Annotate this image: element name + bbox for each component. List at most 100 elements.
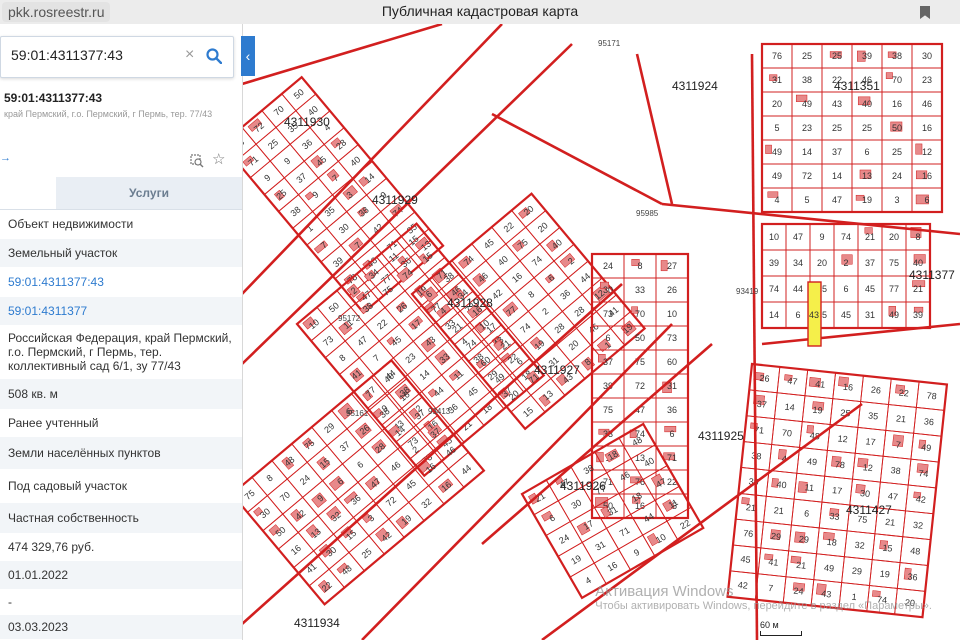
lot-number: 9 (310, 189, 320, 200)
attribute-row[interactable]: 59:01:4311377:43 (0, 267, 242, 297)
attribute-row: 03.03.2023 (0, 615, 242, 639)
attribute-value: Земельный участок (8, 246, 118, 260)
lot-number: 74 (769, 284, 779, 294)
road-number: 95171 (598, 39, 621, 48)
lot-number: 45 (404, 478, 418, 492)
lot-number: 6 (605, 333, 610, 343)
search-icon[interactable] (206, 48, 222, 64)
lot-number: 14 (784, 402, 795, 413)
road-boundary (750, 53, 759, 640)
lot-number: 36 (907, 571, 918, 582)
lot-number: 76 (772, 51, 782, 61)
tab-services[interactable]: Услуги (56, 177, 242, 209)
navigate-arrow-icon[interactable]: → (0, 152, 11, 164)
attribute-row: Ранее учтенный (0, 409, 242, 437)
lot-number: 6 (843, 284, 848, 294)
lot-number: 20 (567, 338, 581, 352)
lot-number: 23 (802, 123, 812, 133)
object-subtitle: край Пермский, г.о. Пермский, г Пермь, т… (4, 109, 213, 119)
lot-number: 26 (759, 373, 770, 384)
lot-number: 24 (603, 261, 613, 271)
district-southeast: 2637713839217645424714704402129417411948… (726, 362, 949, 619)
lot-number: 74 (530, 254, 544, 268)
lot-number: 73 (667, 333, 677, 343)
district-southwest: 7530501641228704213304848249321525751563… (242, 358, 486, 606)
clear-icon[interactable]: × (185, 46, 194, 64)
lot-number: 44 (642, 511, 656, 525)
lot-number: 46 (922, 99, 932, 109)
lot-number: 49 (807, 456, 818, 467)
lot-number: 46 (586, 321, 600, 335)
lot-number: 35 (868, 410, 879, 421)
attribute-row[interactable]: 59:01:4311377 (0, 297, 242, 325)
lot-number: 6 (355, 459, 365, 470)
lot-number: 30 (337, 221, 351, 235)
lot-number: 77 (889, 284, 899, 294)
block-number: 4311377 (909, 268, 955, 282)
road-number: 95985 (636, 209, 659, 218)
lot-number: 14 (418, 368, 432, 382)
lot-number: 49 (889, 310, 899, 320)
lot-number: 11 (804, 482, 814, 493)
block-number: 4311930 (284, 115, 330, 129)
zoom-to-object-icon[interactable] (190, 154, 204, 168)
lot-number: 18 (826, 537, 837, 548)
lot-number: 15 (882, 543, 893, 554)
lot-number: 25 (832, 51, 842, 61)
watermark-title: Активация Windows (595, 583, 734, 600)
tab-info[interactable] (0, 177, 56, 209)
attribute-row: 01.01.2022 (0, 561, 242, 589)
lot-number: 39 (862, 51, 872, 61)
lot-number: 20 (817, 258, 827, 268)
lot-number: 20 (889, 232, 899, 242)
lot-number: 45 (482, 237, 496, 251)
lot-number: 32 (854, 540, 865, 551)
lot-number: 40 (496, 254, 510, 268)
lot-number: 73 (603, 309, 613, 319)
lot-number: 10 (769, 232, 779, 242)
lot-number: 16 (922, 123, 932, 133)
scale-bar: 60 м (760, 620, 802, 636)
lot-number: 23 (403, 351, 417, 365)
lot-number: 16 (439, 479, 453, 493)
road-number: 93413 (428, 407, 451, 416)
lot-number: 36 (300, 137, 314, 151)
lot-number: 21 (896, 413, 907, 424)
search-input[interactable] (9, 46, 183, 64)
lot-number: 2 (843, 258, 848, 268)
lot-number: 70 (635, 309, 645, 319)
collapse-panel-button[interactable]: ‹ (241, 36, 255, 76)
lot-number: 48 (910, 546, 921, 557)
lot-number: 42 (915, 494, 926, 505)
attribute-value[interactable]: 59:01:4311377:43 (8, 275, 104, 289)
cadastral-map[interactable]: 23 71 9 25 38 1 7 39 78 47 72 25 9 37 9 35 30 7 46 77 70 35 36… (242, 24, 960, 640)
object-title: 59:01:4311377:43 (4, 91, 103, 105)
lot-number: 78 (834, 459, 845, 470)
lot-number: 25 (892, 147, 902, 157)
lot-number: 41 (349, 368, 363, 382)
lot-number: 27 (667, 261, 677, 271)
map-canvas[interactable]: 2371925381739784772259379353074677703536… (242, 24, 960, 640)
lot-number: 37 (832, 147, 842, 157)
lot-number: 38 (582, 463, 596, 477)
attribute-value: Ранее учтенный (8, 416, 99, 430)
attribute-row: Земли населённых пунктов (0, 437, 242, 469)
block-number: 4311427 (846, 503, 892, 517)
lot-number: 38 (289, 204, 303, 218)
attribute-row: Объект недвижимости (0, 209, 242, 239)
lot-number: 24 (298, 473, 312, 487)
lot-number: 5 (774, 123, 779, 133)
lot-number: 45 (865, 284, 875, 294)
attribute-list: Объект недвижимости Земельный участок 59:0… (0, 209, 242, 639)
scale-line (760, 631, 802, 636)
lot-number: 47 (787, 376, 798, 387)
attribute-value[interactable]: 59:01:4311377 (8, 304, 87, 318)
lot-number: 22 (898, 388, 909, 399)
lot-number: 44 (432, 385, 446, 399)
lot-number: 29 (798, 534, 809, 545)
favorite-star-icon[interactable]: ☆ (212, 150, 225, 168)
lot-number: 70 (892, 75, 902, 85)
lot-number: 39 (913, 310, 923, 320)
lot-number: 39 (769, 258, 779, 268)
lot-number: 12 (862, 462, 873, 473)
